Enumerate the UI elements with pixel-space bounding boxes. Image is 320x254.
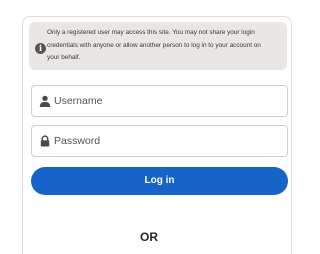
username-input[interactable]	[54, 86, 284, 116]
access-notice: i Only a registered user may access this…	[29, 22, 287, 70]
or-divider: OR	[140, 230, 158, 244]
user-icon	[39, 95, 51, 107]
notice-line: Only a registered user may access this s…	[47, 29, 255, 36]
username-field[interactable]	[31, 85, 288, 117]
login-button[interactable]: Log in	[31, 167, 288, 195]
info-icon: i	[35, 43, 46, 54]
password-field[interactable]	[31, 125, 288, 157]
notice-line: your behalf.	[47, 54, 81, 61]
login-page: i Only a registered user may access this…	[0, 0, 300, 254]
password-input[interactable]	[54, 126, 284, 156]
notice-line: credentials with anyone or allow another…	[47, 41, 261, 49]
notice-text: Only a registered user may access this s…	[47, 27, 285, 65]
lock-icon	[40, 135, 50, 147]
